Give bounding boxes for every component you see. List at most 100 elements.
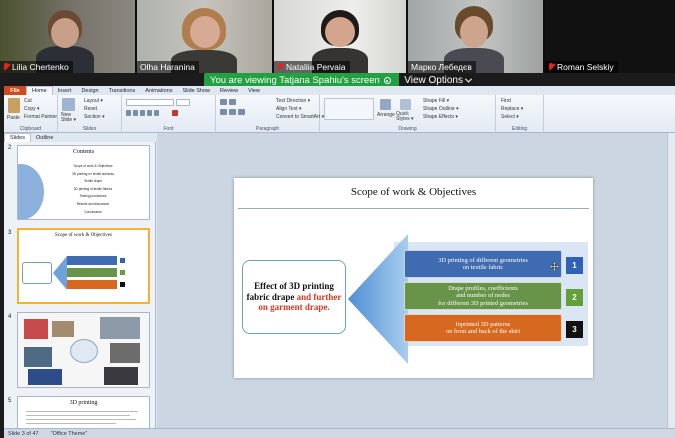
effect-textbox: Effect of 3D printing fabric drape and f…: [242, 260, 346, 334]
shape-fill-button[interactable]: Shape Fill ▾: [423, 98, 449, 104]
muted-mic-icon: [3, 63, 9, 71]
section-button[interactable]: Section ▾: [84, 114, 105, 120]
italic-icon[interactable]: [133, 110, 138, 116]
slide-thumbnail[interactable]: [17, 312, 150, 388]
shape-effects-button[interactable]: Shape Effects ▾: [423, 114, 458, 120]
slide-thumbnail-selected[interactable]: Scope of work & Objectives: [17, 228, 150, 304]
cut-button[interactable]: Cut: [24, 98, 32, 104]
font-size-box[interactable]: [176, 99, 190, 106]
thumb-text-line: [26, 419, 136, 420]
participants-strip: Lilia Chertenko Olha Haranina Nataliia P…: [0, 0, 675, 73]
shape-outline-button[interactable]: Shape Outline ▾: [423, 106, 459, 112]
pane-tabs: Slides Outline: [4, 133, 156, 142]
new-slide-icon[interactable]: [62, 98, 75, 111]
numbering-icon[interactable]: [229, 99, 236, 105]
align-text-button[interactable]: Align Text ▾: [276, 106, 302, 112]
participant-name: Olha Haranina: [137, 61, 199, 73]
quick-styles-icon[interactable]: [400, 99, 411, 110]
bullets-icon[interactable]: [220, 99, 227, 105]
thumb-row: [67, 256, 117, 265]
thumb-circle: [70, 339, 98, 363]
participant-tile[interactable]: Марко Лебедєв: [408, 0, 543, 73]
slide-thumbnail[interactable]: 3D printing: [17, 396, 150, 428]
tab-transitions[interactable]: Transitions: [104, 86, 141, 95]
participant-name: Lilia Chertenko: [0, 61, 73, 73]
replace-button[interactable]: Replace ▾: [501, 106, 523, 112]
slide-number: 5: [8, 398, 12, 404]
thumb-title: 3D printing: [69, 400, 98, 406]
participant-tile[interactable]: Olha Haranina: [137, 0, 272, 73]
copy-button[interactable]: Copy ▾: [24, 106, 40, 112]
slide-thumbnail[interactable]: Contents Scope of work & Objectives 3D p…: [17, 145, 150, 220]
participant-name: Roman Selskiy: [545, 61, 618, 73]
shapes-gallery[interactable]: [324, 98, 374, 120]
left-arrow-shape: [348, 234, 408, 364]
tab-home[interactable]: Home: [26, 86, 53, 95]
effect-line: fabric drape and further: [246, 291, 342, 302]
thumb-shape: [18, 164, 44, 219]
reset-button[interactable]: Reset: [84, 106, 97, 112]
quick-styles-button[interactable]: Quick Styles ▾: [396, 111, 418, 123]
slides-pane: 2 Contents Scope of work & Objectives 3D…: [4, 142, 156, 428]
tab-file[interactable]: File: [4, 86, 26, 95]
participant-tile[interactable]: Nataliia Pervaia: [274, 0, 406, 73]
text-direction-button[interactable]: Text Direction ▾: [276, 98, 310, 104]
slide-counter: Slide 3 of 47: [8, 430, 39, 437]
tab-slide-show[interactable]: Slide Show: [177, 86, 215, 95]
select-button[interactable]: Select ▾: [501, 114, 519, 120]
arrange-icon[interactable]: [380, 99, 391, 110]
viewing-text: You are viewing Tatjana Spahiu's screen: [210, 75, 380, 86]
zoom-meeting-window: Lilia Chertenko Olha Haranina Nataliia P…: [0, 0, 675, 438]
paste-button[interactable]: Paste: [7, 115, 20, 121]
align-left-icon[interactable]: [220, 109, 227, 115]
tab-animations[interactable]: Animations: [140, 86, 177, 95]
current-slide[interactable]: Scope of work & Objectives Effect of 3D …: [234, 178, 593, 378]
align-right-icon[interactable]: [238, 109, 245, 115]
tab-outline[interactable]: Outline: [31, 134, 58, 142]
shadow-icon[interactable]: [154, 110, 159, 116]
align-center-icon[interactable]: [229, 109, 236, 115]
tab-design[interactable]: Design: [76, 86, 103, 95]
font-color-icon[interactable]: [172, 110, 178, 116]
bold-icon[interactable]: [126, 110, 131, 116]
new-slide-button[interactable]: New Slide ▾: [61, 112, 81, 124]
arrange-button[interactable]: Arrange: [377, 112, 395, 118]
participant-tile[interactable]: Lilia Chertenko: [0, 0, 135, 73]
thumb-row: [67, 280, 117, 289]
thumb-arrow: [53, 256, 67, 290]
objective-number-1: 1: [566, 257, 583, 274]
thumb-image: [24, 347, 52, 367]
underline-icon[interactable]: [140, 110, 145, 116]
tab-insert[interactable]: Insert: [53, 86, 77, 95]
paste-icon[interactable]: [8, 98, 20, 113]
font-name-box[interactable]: [126, 99, 174, 106]
tab-review[interactable]: Review: [215, 86, 243, 95]
objective-row-3: Inprinted 3D patterns on front and back …: [404, 314, 562, 342]
tab-slides[interactable]: Slides: [4, 133, 31, 142]
editing-group: Find Replace ▾ Select ▾ Editing: [496, 95, 544, 133]
status-dot-icon: [383, 77, 391, 84]
ribbon: Paste Cut Copy ▾ Format Painter Clipboar…: [4, 95, 675, 133]
tab-view[interactable]: View: [243, 86, 265, 95]
participant-tile[interactable]: Roman Selskiy: [545, 0, 675, 73]
drawing-group: Arrange Quick Styles ▾ Shape Fill ▾ Shap…: [320, 95, 496, 133]
slide-title: Scope of work & Objectives: [350, 186, 477, 198]
thumb-text-line: [26, 415, 130, 416]
participant-name: Марко Лебедєв: [408, 61, 476, 73]
vertical-scrollbar[interactable]: [667, 133, 675, 428]
find-button[interactable]: Find: [501, 98, 511, 104]
format-painter-button[interactable]: Format Painter: [24, 114, 57, 120]
paragraph-group: Text Direction ▾ Align Text ▾ Convert to…: [216, 95, 324, 133]
thumb-image: [28, 369, 62, 385]
thumb-image: [100, 317, 140, 339]
convert-smartart-button[interactable]: Convert to SmartArt ▾: [276, 114, 324, 120]
strikethrough-icon[interactable]: [147, 110, 152, 116]
thumb-left-box: [22, 262, 52, 284]
clipboard-group: Paste Cut Copy ▾ Format Painter Clipboar…: [4, 95, 58, 133]
layout-button[interactable]: Layout ▾: [84, 98, 103, 104]
muted-mic-icon: [277, 63, 283, 71]
slide-number: 2: [8, 145, 12, 151]
move-cursor-icon: [550, 262, 559, 271]
slide-number: 3: [8, 230, 12, 236]
objective-row-1: 3D printing of different geometries on t…: [404, 250, 562, 278]
